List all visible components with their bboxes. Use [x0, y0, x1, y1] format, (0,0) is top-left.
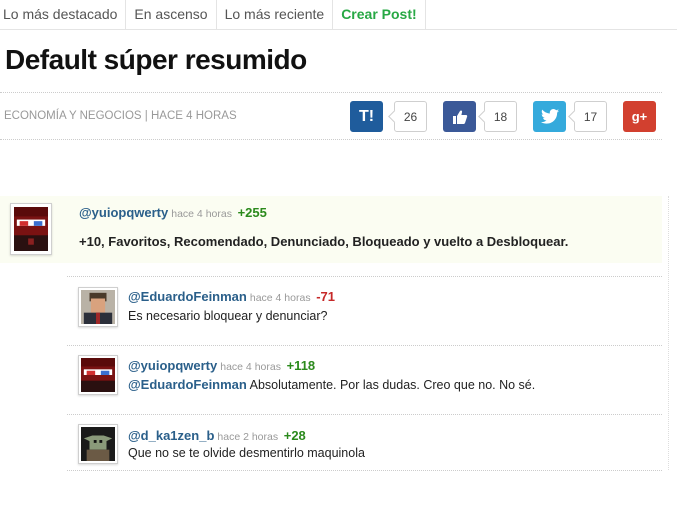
tab-featured[interactable]: Lo más destacado: [0, 0, 127, 30]
reply-score: +118: [286, 358, 316, 373]
twitter-bird-icon: [540, 109, 559, 124]
taringa-icon: T!: [358, 107, 375, 125]
reply-text: Es necesario bloquear y denunciar?: [128, 309, 328, 323]
tab-create-post[interactable]: Crear Post!: [333, 0, 426, 30]
avatar-yuiopqwerty[interactable]: [78, 355, 118, 395]
reply-header: @d_ka1zen_b hace 2 horas +28: [128, 428, 306, 443]
reply-username[interactable]: @yuiopqwerty: [128, 358, 217, 373]
taringa-share-count: 26: [394, 101, 427, 132]
facebook-like-button[interactable]: [443, 101, 476, 132]
comment-header: @yuiopqwerty hace 4 horas +255: [79, 205, 267, 220]
reply-username[interactable]: @EduardoFeinman: [128, 289, 247, 304]
thumbs-up-icon: [452, 110, 467, 124]
pixel-avatar-icon: [81, 358, 115, 392]
page-title: Default súper resumido: [5, 44, 307, 75]
comment-username[interactable]: @yuiopqwerty: [79, 205, 168, 220]
thread-end-divider: [67, 470, 662, 471]
pixel-avatar-icon: [14, 207, 48, 251]
google-plus-button[interactable]: g+: [623, 101, 656, 132]
portrait-avatar-icon: [81, 290, 115, 324]
avatar-eduardofeinman[interactable]: [78, 287, 118, 327]
taringa-share-button[interactable]: T!: [350, 101, 383, 132]
top-tabs: Lo más destacado En ascenso Lo más recie…: [0, 0, 677, 30]
yoda-avatar-icon: [81, 427, 115, 461]
comment-time: hace 4 horas: [171, 208, 232, 220]
avatar-d-ka1zen-b[interactable]: [78, 424, 118, 464]
reply-text: Que no se te olvide desmentirlo maquinol…: [128, 446, 365, 460]
post-category-time: ECONOMÍA Y NEGOCIOS | HACE 4 HORAS: [4, 110, 237, 122]
comment-text: +10, Favoritos, Recomendado, Denunciado,…: [79, 234, 569, 249]
reply-mention[interactable]: @EduardoFeinman: [128, 377, 247, 392]
reply-header: @EduardoFeinman hace 4 horas -71: [128, 289, 335, 304]
reply-header: @yuiopqwerty hace 4 horas +118: [128, 358, 315, 373]
comment-score: +255: [237, 205, 267, 220]
twitter-share-button[interactable]: [533, 101, 566, 132]
thread-divider: [668, 196, 669, 470]
reply-time: hace 4 horas: [249, 292, 311, 304]
reply-score: +28: [283, 428, 306, 443]
reply-body: Absolutamente. Por las dudas. Creo que n…: [246, 378, 536, 392]
facebook-like-count: 18: [484, 101, 517, 132]
twitter-share-count: 17: [574, 101, 607, 132]
reply-username[interactable]: @d_ka1zen_b: [128, 428, 214, 443]
google-plus-icon: g+: [631, 109, 648, 124]
post-meta-bar: ECONOMÍA Y NEGOCIOS | HACE 4 HORAS T! 26…: [0, 92, 662, 140]
reply-text: @EduardoFeinman Absolutamente. Por las d…: [128, 377, 535, 392]
avatar-yuiopqwerty[interactable]: [10, 203, 52, 255]
reply-time: hace 2 horas: [217, 431, 279, 443]
reply-score: -71: [316, 289, 335, 304]
tab-recent[interactable]: Lo más reciente: [217, 0, 334, 30]
tab-rising[interactable]: En ascenso: [126, 0, 217, 30]
reply-time: hace 4 horas: [220, 361, 281, 373]
